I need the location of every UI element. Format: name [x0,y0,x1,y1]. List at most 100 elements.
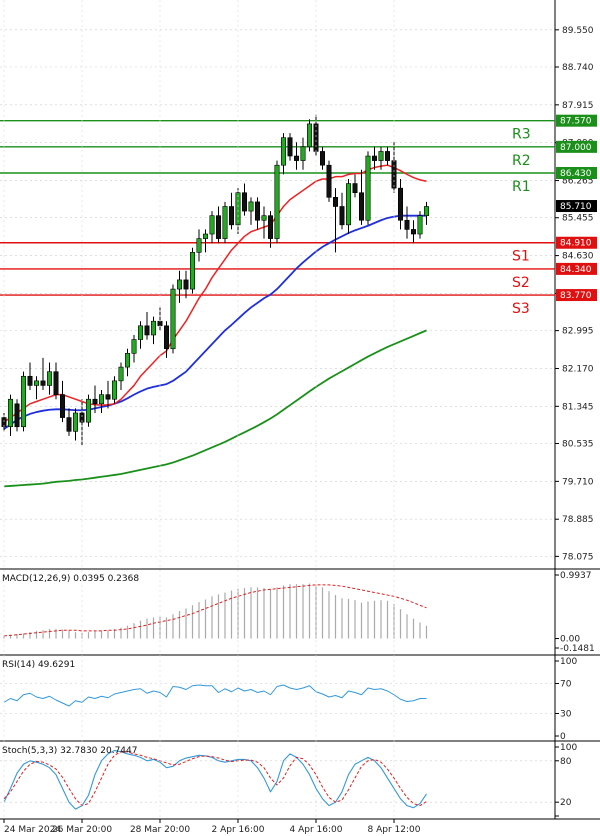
candle-body [423,206,429,216]
candle [20,371,26,432]
level-label-r1: R1 [512,179,531,195]
candle-body [33,380,39,386]
candle-body [20,375,26,428]
candle-body [339,206,345,226]
candle-body [313,123,319,152]
level-label-s1: S1 [512,249,530,265]
candle-body [345,183,351,226]
time-tick-label: 26 Mar 20:00 [52,825,112,835]
candle-body [229,206,235,226]
candle [190,247,196,294]
candle-body [287,137,293,157]
candle-body [112,380,118,400]
candle [274,160,280,244]
candle-body [248,201,254,212]
candle-body [326,164,332,198]
candle-body [358,192,364,221]
level-badge-text: 86.430 [560,169,592,179]
price-tick-label: 82.170 [562,364,594,374]
level-label-s2: S2 [512,275,530,291]
rsi-tick-label: 100 [560,657,577,667]
candle-body [125,353,131,368]
candle [14,399,20,432]
current-price-label: 85.710 [560,202,592,212]
candle [365,151,371,225]
level-badge-text: 84.340 [560,265,592,275]
candle-body [417,215,423,235]
price-tick-label: 78.885 [562,515,594,525]
candle-body [391,160,397,189]
rsi-tick-label: 30 [560,710,572,720]
price-tick-label: 80.535 [562,439,594,449]
candle-body [164,325,170,350]
candle-body [352,183,358,194]
candle-body [27,375,33,386]
candle-body [59,394,65,418]
rsi-title: RSI(14) 49.6291 [2,660,75,670]
stoch-tick-label: 20 [560,798,572,808]
time-tick-label: 28 Mar 20:00 [130,825,190,835]
candle-body [209,215,215,235]
candle-body [40,380,46,386]
candle-body [255,201,261,221]
price-tick-label: 78.075 [562,552,594,562]
candle-body [274,164,280,239]
candle-body [105,394,111,400]
candle-body [46,371,52,386]
candle-body [14,403,20,428]
candle-body [306,123,312,148]
time-tick-label: 2 Apr 16:00 [212,825,265,835]
candle-body [151,320,157,336]
price-tick-label: 87.915 [562,101,594,111]
candle-body [371,155,377,161]
candle-body [144,325,150,336]
candle-body [73,412,79,432]
candle-body [86,398,92,423]
candle [306,119,312,152]
level-badge-text: 87.000 [560,143,592,153]
candle-body [404,219,410,230]
macd-tick-label: 0.9937 [560,571,592,581]
price-tick-label: 88.740 [562,63,594,73]
price-tick-label: 85.455 [562,214,594,224]
price-tick-label: 82.995 [562,327,594,337]
level-badge-text: 84.910 [560,239,592,249]
candle [222,201,228,244]
candle-body [138,325,144,340]
rsi-tick-label: 0 [560,732,566,742]
stoch-title: Stoch(5,3,3) 32.7830 20.7447 [2,746,137,756]
candle-body [242,192,248,212]
candle-body [332,197,338,207]
candle-body [53,371,59,395]
candle-body [280,137,286,166]
level-label-r2: R2 [512,153,531,169]
time-tick-label: 8 Apr 12:00 [368,825,421,835]
candle-body [92,398,98,405]
rsi-tick-label: 70 [560,680,572,690]
candle [170,284,176,354]
candle-body [177,279,183,290]
level-badge-text: 87.570 [560,117,592,127]
candle-body [384,151,390,161]
candle-body [410,229,416,235]
candle-body [261,215,267,221]
candle-body [365,155,371,221]
candle-body [196,238,202,253]
candle-body [293,155,299,161]
price-tick-label: 89.550 [562,26,594,36]
candle-body [118,366,124,382]
stoch-tick-label: 100 [560,743,577,753]
candle-body [300,146,306,161]
price-tick-label: 81.345 [562,402,594,412]
candle [326,160,332,202]
macd-tick-label: -0.1481 [560,644,595,654]
candle-body [8,398,14,428]
stoch-tick-label: 80 [560,757,572,767]
candle-body [99,394,105,405]
candle-body [378,151,384,161]
level-label-s3: S3 [512,301,530,317]
candle-body [216,215,222,239]
level-label-r3: R3 [512,127,531,143]
level-badge-text: 83.770 [560,291,592,301]
candle-body [397,187,403,221]
